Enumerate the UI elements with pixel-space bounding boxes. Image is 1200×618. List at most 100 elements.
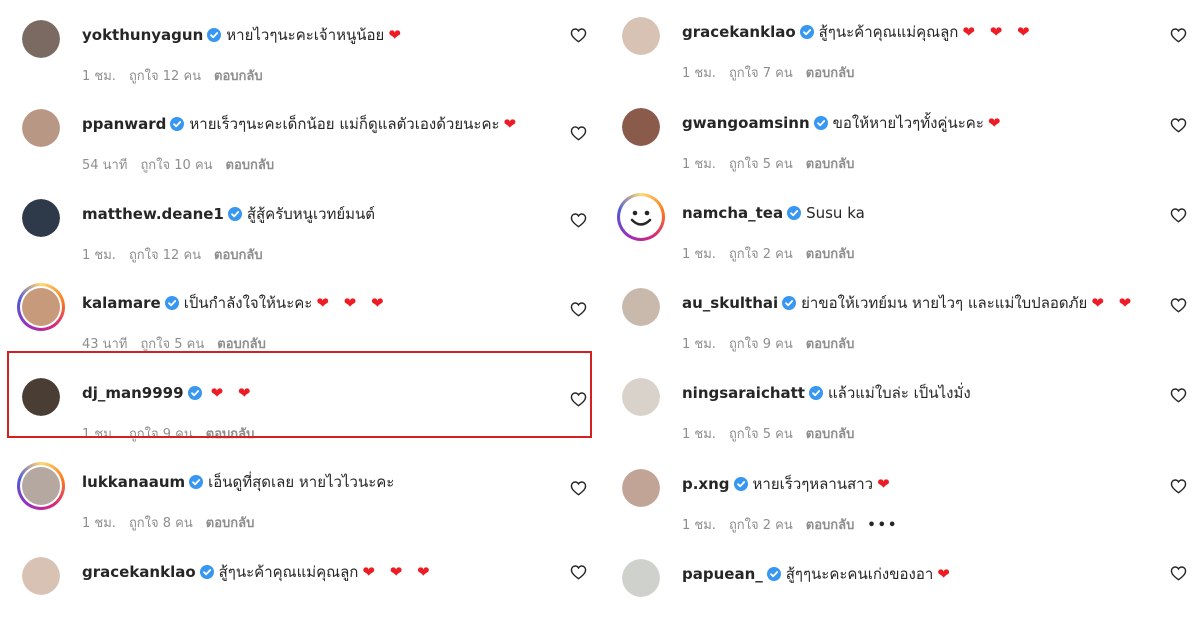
reply-button[interactable]: ตอบกลับ — [214, 69, 263, 84]
like-heart-icon[interactable] — [1170, 117, 1187, 133]
avatar-image — [22, 288, 60, 326]
like-count[interactable]: ถูกใจ 5 คน — [140, 337, 204, 352]
username-link[interactable]: gracekanklao — [682, 23, 796, 41]
verified-badge-icon — [199, 565, 214, 579]
reply-button[interactable]: ตอบกลับ — [806, 157, 855, 172]
like-count[interactable]: ถูกใจ 2 คน — [729, 518, 793, 533]
reply-button[interactable]: ตอบกลับ — [806, 66, 855, 81]
comment-item: yokthunyagun หายไวๆนะคะเจ้าหนูน้อย ❤ 1 ชม. ถ… — [0, 19, 600, 84]
username-link[interactable]: ppanward — [82, 115, 166, 133]
like-count[interactable]: ถูกใจ 12 คน — [129, 248, 201, 263]
like-heart-icon[interactable] — [570, 301, 587, 317]
avatar[interactable] — [617, 193, 665, 241]
like-heart-icon[interactable] — [1170, 565, 1187, 581]
like-heart-icon[interactable] — [1170, 478, 1187, 494]
like-heart-icon[interactable] — [570, 480, 587, 496]
comment-meta: 1 ชม. ถูกใจ 5 คน ตอบกลับ — [682, 423, 867, 444]
username-link[interactable]: namcha_tea — [682, 204, 783, 222]
avatar[interactable] — [622, 469, 660, 507]
avatar[interactable] — [22, 109, 60, 147]
avatar[interactable] — [622, 378, 660, 416]
avatar[interactable] — [22, 199, 60, 237]
like-count[interactable]: ถูกใจ 5 คน — [729, 157, 793, 172]
avatar-image — [622, 469, 660, 507]
heart-emojis: ❤ — [937, 565, 955, 583]
comment-item: au_skulthai ย่าขอให้เวทย์มน หายไวๆ และแม่… — [600, 287, 1200, 352]
verified-badge-icon — [207, 28, 222, 42]
reply-button[interactable]: ตอบกลับ — [214, 248, 263, 263]
like-count[interactable]: ถูกใจ 5 คน — [729, 427, 793, 442]
comment-item: namcha_tea Susu ka 1 ชม. ถูกใจ 2 คน ตอบกลับ — [600, 193, 1200, 262]
avatar[interactable] — [622, 17, 660, 55]
avatar-image — [22, 557, 60, 595]
reply-button[interactable]: ตอบกลับ — [806, 518, 855, 533]
like-count[interactable]: ถูกใจ 12 คน — [129, 69, 201, 84]
comment-text: หายเร็วๆหลานสาว — [752, 475, 874, 493]
comment-line: gwangoamsinn ขอให้หายไวๆทั้งคู่นะคะ ❤ — [682, 113, 1005, 133]
heart-emojis: ❤ ❤ ❤ — [316, 294, 389, 312]
username-link[interactable]: yokthunyagun — [82, 26, 203, 44]
like-count[interactable]: ถูกใจ 7 คน — [729, 66, 793, 81]
avatar[interactable] — [17, 283, 65, 331]
verified-badge-icon — [766, 567, 781, 581]
reply-button[interactable]: ตอบกลับ — [806, 427, 855, 442]
comment-time: 1 ชม. — [82, 516, 116, 531]
more-options-icon[interactable]: ••• — [867, 518, 898, 533]
username-link[interactable]: matthew.deane1 — [82, 205, 224, 223]
like-heart-icon[interactable] — [1170, 297, 1187, 313]
comments-column-left: yokthunyagun หายไวๆนะคะเจ้าหนูน้อย ❤ 1 ชม. ถ… — [0, 0, 600, 600]
avatar[interactable] — [622, 288, 660, 326]
like-heart-icon[interactable] — [1170, 207, 1187, 223]
like-count[interactable]: ถูกใจ 8 คน — [129, 516, 193, 531]
verified-badge-icon — [733, 477, 748, 491]
comment-meta: 54 นาที ถูกใจ 10 คน ตอบกลับ — [82, 154, 287, 175]
username-link[interactable]: p.xng — [682, 475, 730, 493]
reply-button[interactable]: ตอบกลับ — [226, 158, 275, 173]
comment-text: สู้ๆนะค้าคุณแม่คุณลูก — [818, 23, 959, 41]
username-link[interactable]: gwangoamsinn — [682, 114, 810, 132]
like-heart-icon[interactable] — [1170, 27, 1187, 43]
username-link[interactable]: au_skulthai — [682, 294, 778, 312]
comment-item: ppanward หายเร็วๆนะคะเด็กน้อย แม่ก็ดูแลตั… — [0, 108, 600, 173]
comment-text: หายเร็วๆนะคะเด็กน้อย แม่ก็ดูแลตัวเองด้วย… — [189, 115, 500, 133]
comment-time: 1 ชม. — [682, 157, 716, 172]
username-link[interactable]: gracekanklao — [82, 563, 196, 581]
avatar[interactable] — [22, 557, 60, 595]
avatar-image — [622, 378, 660, 416]
username-link[interactable]: papuean_ — [682, 565, 763, 583]
comment-item: gracekanklao สู้ๆนะค้าคุณแม่คุณลูก ❤ ❤ ❤ — [0, 556, 600, 616]
comment-time: 54 นาที — [82, 158, 128, 173]
reply-button[interactable]: ตอบกลับ — [806, 247, 855, 262]
username-link[interactable]: kalamare — [82, 294, 161, 312]
like-heart-icon[interactable] — [1170, 387, 1187, 403]
like-count[interactable]: ถูกใจ 10 คน — [140, 158, 212, 173]
comment-item: papuean_ สู้ๆๆนะคะคนเก่งของอา ❤ — [600, 558, 1200, 618]
username-link[interactable]: lukkanaaum — [82, 473, 185, 491]
like-heart-icon[interactable] — [570, 125, 587, 141]
comment-time: 1 ชม. — [682, 247, 716, 262]
like-heart-icon[interactable] — [570, 564, 587, 580]
verified-badge-icon — [799, 25, 814, 39]
comment-text: สู้ๆนะค้าคุณแม่คุณลูก — [218, 563, 359, 581]
comment-item: gracekanklao สู้ๆนะค้าคุณแม่คุณลูก ❤ ❤ ❤ 1 … — [600, 16, 1200, 81]
reply-button[interactable]: ตอบกลับ — [206, 516, 255, 531]
reply-button[interactable]: ตอบกลับ — [217, 337, 266, 352]
verified-badge-icon — [189, 475, 204, 489]
comment-text: สู้สู้ครับหนูเวทย์มนต์ — [246, 205, 376, 223]
reply-button[interactable]: ตอบกลับ — [806, 337, 855, 352]
like-count[interactable]: ถูกใจ 2 คน — [729, 247, 793, 262]
avatar[interactable] — [17, 462, 65, 510]
username-link[interactable]: ningsaraichatt — [682, 384, 805, 402]
like-count[interactable]: ถูกใจ 9 คน — [729, 337, 793, 352]
avatar[interactable] — [622, 559, 660, 597]
verified-badge-icon — [227, 207, 242, 221]
avatar-image — [622, 198, 660, 236]
verified-badge-icon — [787, 206, 802, 220]
avatar-image — [22, 467, 60, 505]
avatar[interactable] — [622, 108, 660, 146]
like-heart-icon[interactable] — [570, 212, 587, 228]
like-heart-icon[interactable] — [570, 27, 587, 43]
comment-line: gracekanklao สู้ๆนะค้าคุณแม่คุณลูก ❤ ❤ ❤ — [82, 562, 435, 582]
avatar[interactable] — [22, 20, 60, 58]
highlight-box — [7, 351, 592, 438]
